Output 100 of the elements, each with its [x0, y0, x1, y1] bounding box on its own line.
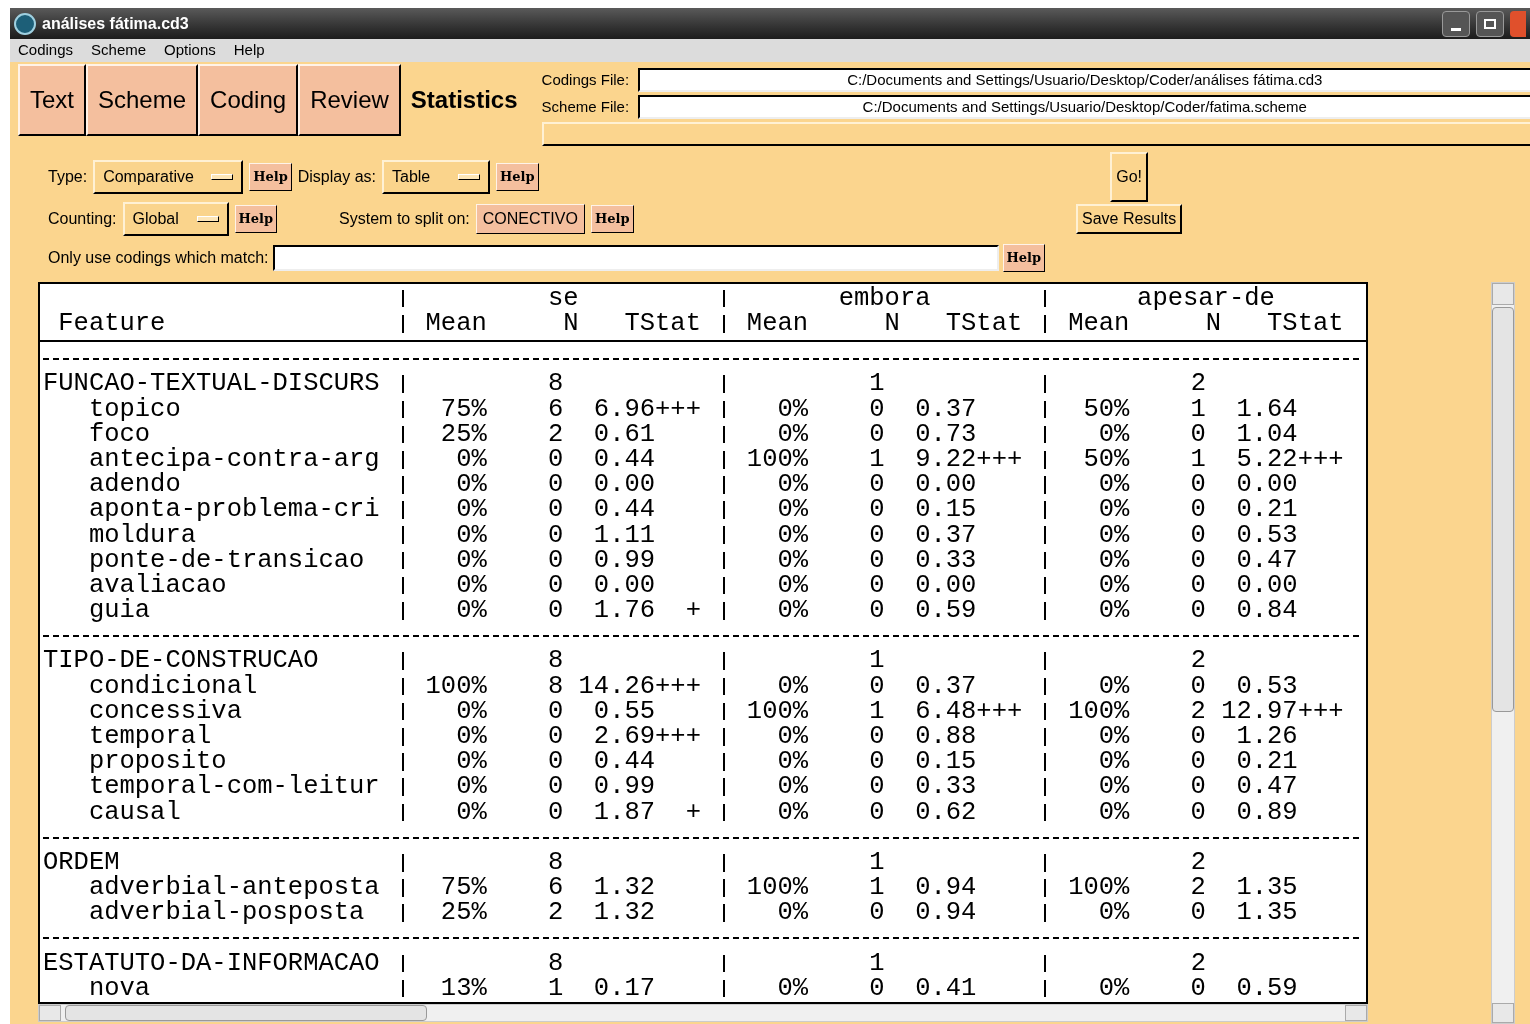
- scroll-left-icon[interactable]: [39, 1005, 61, 1022]
- menu-item[interactable]: Options: [164, 39, 216, 62]
- table-cell-text: 0.55: [592, 698, 656, 725]
- feature-name: causal: [88, 799, 181, 826]
- table-cell: 1: [869, 371, 885, 397]
- table-cell: 8: [547, 950, 564, 977]
- scrollbar-thumb[interactable]: [1492, 307, 1514, 712]
- table-cell-text: 0%: [776, 975, 809, 1002]
- table-cell-text: 1.11: [592, 522, 656, 549]
- vertical-scrollbar[interactable]: [1491, 282, 1515, 1024]
- table-cell-text: 0%: [1097, 522, 1130, 549]
- table-cell-text: 25%: [439, 900, 487, 926]
- table-cell: 6: [547, 875, 564, 901]
- significance-mark: +: [685, 799, 701, 826]
- table-cell: 0: [1190, 749, 1206, 775]
- table-cell: 0: [869, 774, 885, 800]
- table-cell-text: 0%: [776, 799, 809, 826]
- table-cell: 0: [1190, 774, 1206, 800]
- table-cell-text: 100%: [1067, 698, 1130, 725]
- close-button[interactable]: [1510, 10, 1526, 37]
- help-button[interactable]: Help: [590, 205, 634, 233]
- table-cell: 2: [1190, 371, 1206, 397]
- table-cell-text: 0.33: [914, 547, 977, 574]
- table-cell-text: 0.73: [914, 421, 977, 448]
- menu-item[interactable]: Codings: [18, 39, 74, 62]
- scroll-right-icon[interactable]: [1345, 1005, 1367, 1022]
- table-cell-text: 0%: [1097, 749, 1130, 775]
- help-button[interactable]: Help: [1002, 244, 1046, 272]
- table-cell-text: 0.00: [914, 472, 977, 498]
- scroll-up-icon[interactable]: [1492, 283, 1514, 305]
- scrollbar-thumb[interactable]: [65, 1005, 427, 1022]
- file-path-field[interactable]: C:/Documents and Settings/Usuario/Desktop/Coder/fatima.scheme: [637, 95, 1530, 119]
- table-cell-text: 0.00: [592, 472, 656, 498]
- feature-name: temporal: [88, 724, 212, 750]
- significance-mark: +: [685, 598, 701, 624]
- menu-item[interactable]: Help: [233, 39, 265, 62]
- feature-name: concessiva: [88, 698, 243, 725]
- feature-name: adverbial-anteposta: [88, 875, 381, 901]
- table-cell-text: 0%: [1097, 900, 1130, 926]
- significance-mark: +++: [1297, 698, 1344, 725]
- table-cell-text: 0.44: [592, 446, 656, 473]
- counting-label: Counting:: [48, 209, 117, 229]
- table-cell-text: 0.00: [1235, 572, 1298, 599]
- table-cell-text: 0%: [776, 572, 809, 599]
- file-path-field[interactable]: C:/Documents and Settings/Usuario/Desktop/Coder/análises fátima.cd3: [637, 68, 1530, 92]
- go-button[interactable]: Go!: [1110, 152, 1149, 202]
- help-button[interactable]: Help: [234, 205, 278, 233]
- table-cell: 2: [1190, 849, 1206, 876]
- table-cell-text: 6.48: [914, 698, 977, 725]
- menu-item[interactable]: Scheme: [91, 39, 147, 62]
- restore-button[interactable]: [1476, 10, 1504, 37]
- tab[interactable]: Scheme: [86, 64, 199, 136]
- table-cell-text: 0%: [776, 547, 809, 574]
- table-cell: 2: [1190, 875, 1206, 901]
- table-cell-text: 0.21: [1235, 497, 1298, 523]
- column-heading: N: [884, 311, 900, 337]
- column-heading: TStat: [1267, 311, 1344, 337]
- type-label: Type:: [48, 167, 88, 187]
- table-cell-text: 1.76: [592, 598, 656, 624]
- save-results-button[interactable]: Save Results: [1076, 204, 1183, 234]
- table-cell: 2: [1190, 950, 1206, 977]
- tab[interactable]: Coding: [198, 64, 299, 136]
- table-cell-text: 1.35: [1235, 900, 1298, 926]
- match-input-field[interactable]: [272, 245, 999, 271]
- significance-mark: +++: [655, 396, 701, 423]
- column-heading: Feature: [57, 311, 167, 337]
- help-button[interactable]: Help: [249, 163, 292, 191]
- table-cell: 0: [547, 446, 564, 473]
- table-cell: 0: [869, 673, 885, 700]
- table-cell-text: 0.15: [914, 749, 977, 775]
- table-cell-text: 75%: [439, 875, 487, 901]
- scroll-down-icon[interactable]: [1492, 1003, 1514, 1023]
- table-cell-text: 0%: [776, 421, 809, 448]
- dropdown-button[interactable]: Global: [122, 202, 229, 236]
- table-cell: 0: [1190, 724, 1206, 750]
- table-cell: 8: [547, 371, 564, 397]
- table-cell: 0: [1190, 900, 1206, 926]
- table-cell-text: 1.04: [1235, 421, 1298, 448]
- feature-name: proposito: [88, 749, 227, 775]
- table-cell-text: 0.89: [1235, 799, 1298, 826]
- dropdown-button[interactable]: Comparative: [93, 160, 244, 194]
- minimize-button[interactable]: [1442, 10, 1470, 37]
- help-button[interactable]: Help: [496, 163, 539, 191]
- feature-name: adendo: [88, 472, 181, 498]
- table-cell: 0: [1190, 572, 1206, 599]
- file-label: Codings File:: [541, 69, 631, 90]
- tab[interactable]: Review: [298, 64, 401, 136]
- table-cell-text: 0%: [455, 497, 487, 523]
- table-cell-text: 1.32: [592, 875, 656, 901]
- table-cell: 0: [869, 421, 885, 448]
- table-cell-text: 0.61: [592, 421, 656, 448]
- dropdown-button[interactable]: Table: [382, 160, 490, 194]
- table-cell: 0: [1190, 522, 1206, 549]
- table-cell: 8: [547, 673, 564, 700]
- dropdown-indicator-icon: [211, 174, 234, 180]
- column-heading: Mean: [745, 311, 809, 337]
- table-cell: 0: [1190, 497, 1206, 523]
- tab[interactable]: Text: [18, 64, 86, 136]
- split-system-button[interactable]: CONECTIVO: [475, 204, 585, 234]
- horizontal-scrollbar[interactable]: [38, 1004, 1368, 1023]
